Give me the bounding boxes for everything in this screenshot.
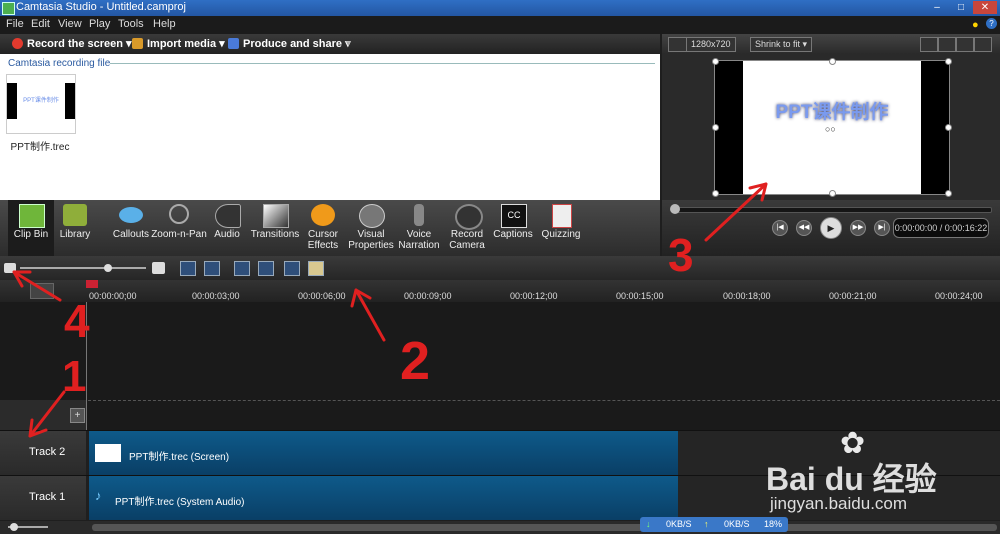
- annotation-arrow-2: [350, 288, 386, 342]
- annotation-label-3: 3: [668, 229, 694, 281]
- annotation-arrow-4: [12, 270, 62, 302]
- annotation-label-4: 4: [64, 295, 90, 347]
- annotation-label-2: 2: [400, 331, 431, 391]
- annotation-layer: [12, 182, 768, 438]
- annotation-label-1: 1: [62, 352, 87, 401]
- annotation-arrow-3: [704, 182, 768, 242]
- annotation-arrow-1: [28, 390, 66, 438]
